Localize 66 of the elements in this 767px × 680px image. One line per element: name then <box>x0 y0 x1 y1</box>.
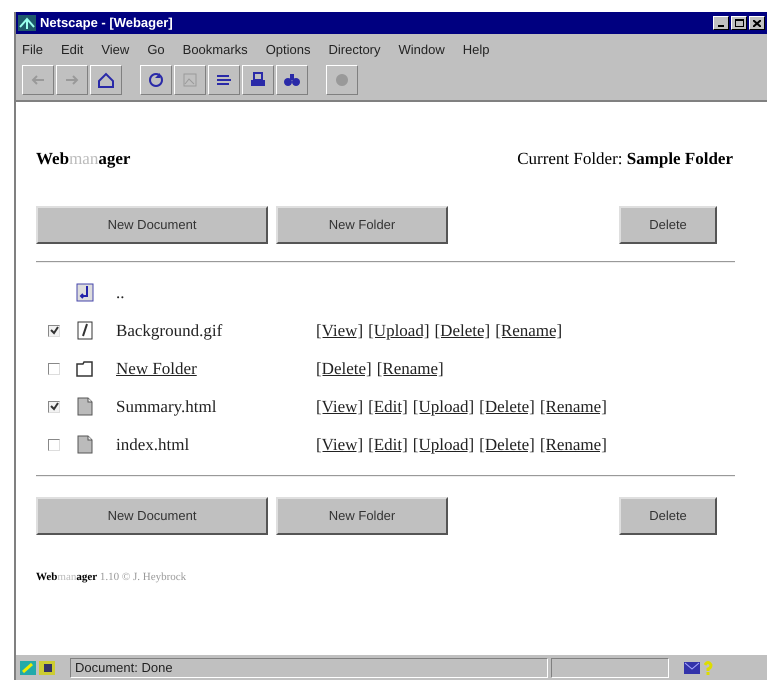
mail-icon[interactable] <box>684 662 700 674</box>
open-location-button[interactable] <box>208 65 240 95</box>
checkbox[interactable] <box>48 438 60 450</box>
netscape-logo-icon <box>18 15 36 31</box>
parent-folder-icon <box>76 283 94 302</box>
menu-item[interactable]: File <box>22 40 43 60</box>
status-text: Document: Done <box>70 658 548 678</box>
action-link[interactable]: [Edit] <box>368 432 408 458</box>
home-button[interactable] <box>90 65 122 95</box>
image-file-icon <box>76 321 94 340</box>
file-name: Summary.html <box>116 396 218 418</box>
action-button[interactable]: Delete <box>619 206 717 244</box>
action-link[interactable]: [View] <box>316 394 364 420</box>
checkbox[interactable] <box>48 324 60 336</box>
action-link[interactable]: [Delete] <box>479 394 535 420</box>
action-button[interactable]: New Folder <box>276 496 448 534</box>
action-button[interactable]: Delete <box>619 496 717 534</box>
menu-item[interactable]: Bookmarks <box>182 40 248 60</box>
footer-text: Webmanager 1.10 © J. Heybrock <box>36 570 186 582</box>
printer-button[interactable] <box>242 65 274 95</box>
current-folder-name: Sample Folder <box>626 149 733 168</box>
menu-item[interactable]: View <box>101 40 130 60</box>
action-link[interactable]: [Upload] <box>412 432 474 458</box>
close-button[interactable] <box>749 16 765 30</box>
action-link[interactable]: [Rename] <box>540 432 607 458</box>
menu-item[interactable]: Options <box>266 40 310 60</box>
menu-item[interactable]: Go <box>147 40 165 60</box>
window-title: Netscape - [Webager] <box>40 14 173 32</box>
maximize-icon <box>734 19 744 27</box>
action-link[interactable]: [Rename] <box>376 356 444 382</box>
action-button[interactable]: New Document <box>36 496 268 534</box>
home-icon <box>96 70 116 90</box>
reload-button[interactable] <box>140 65 172 95</box>
action-link[interactable]: [View] <box>316 432 364 458</box>
action-link[interactable]: [Edit] <box>368 394 408 420</box>
folder-icon <box>76 359 94 378</box>
file-name: .. <box>116 282 126 304</box>
current-folder-label: Current Folder: <box>517 149 622 168</box>
action-link[interactable]: [Rename] <box>540 394 607 420</box>
maximize-button[interactable] <box>731 16 747 30</box>
checkbox[interactable] <box>48 362 60 374</box>
menu-item[interactable]: Directory <box>328 40 381 60</box>
folder-link[interactable]: New Folder <box>116 356 316 382</box>
close-icon <box>753 20 761 26</box>
document-icon <box>76 397 94 416</box>
minimize-button[interactable] <box>713 16 729 30</box>
action-link[interactable]: [View] <box>316 318 364 344</box>
app-logo-text: Webmanager <box>36 148 130 170</box>
document-icon <box>76 435 94 454</box>
binoculars-button[interactable] <box>276 65 308 95</box>
action-link[interactable]: [Upload] <box>412 394 474 420</box>
file-name: index.html <box>116 434 190 456</box>
reload-icon <box>146 70 166 90</box>
menu-item[interactable]: Edit <box>60 40 84 60</box>
minimize-icon <box>718 25 724 27</box>
action-link[interactable]: [Upload] <box>368 318 430 344</box>
file-name: Background.gif <box>116 320 224 342</box>
action-link[interactable]: [Delete] <box>434 318 490 344</box>
action-button[interactable]: New Document <box>36 206 268 244</box>
action-link[interactable]: [Delete] <box>479 432 535 458</box>
menu-item[interactable]: Help <box>462 40 490 60</box>
checkbox[interactable] <box>48 400 60 412</box>
action-link[interactable]: [Delete] <box>316 356 372 382</box>
action-link[interactable]: [Rename] <box>495 318 562 344</box>
action-button[interactable]: New Folder <box>276 206 448 244</box>
menu-item[interactable]: Window <box>398 40 445 60</box>
